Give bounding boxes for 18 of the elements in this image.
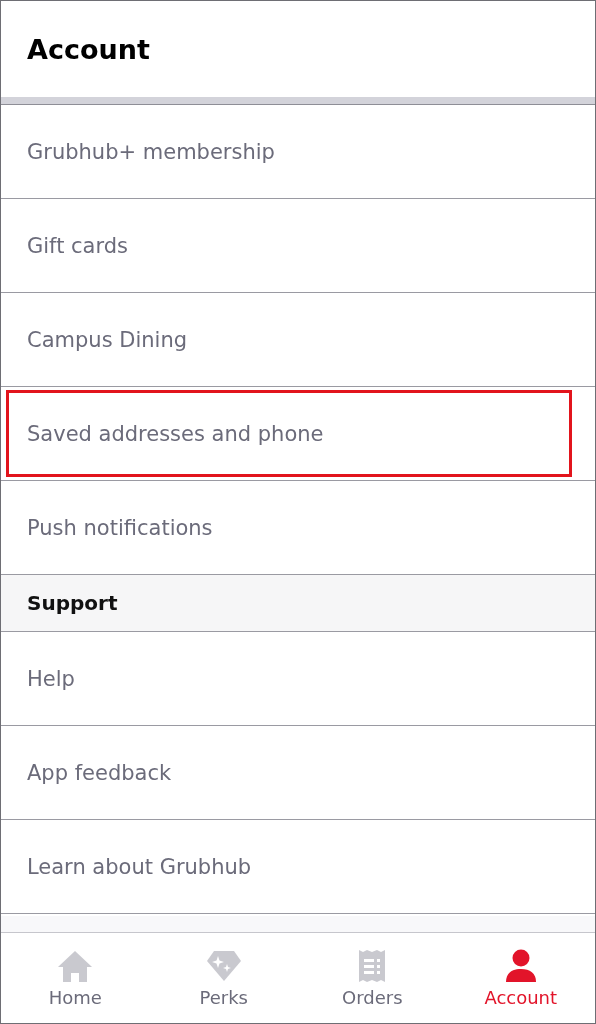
menu-item[interactable]: App feedback	[6, 726, 590, 819]
menu-item[interactable]: Push notifications	[6, 481, 590, 574]
section-heading: Support	[1, 575, 595, 632]
person-icon	[504, 948, 537, 983]
receipt-icon	[357, 948, 388, 983]
nav-tab[interactable]: Account	[446, 933, 595, 1023]
diamond-icon	[205, 948, 242, 983]
menu-item[interactable]: Learn about Grubhub	[6, 820, 590, 913]
menu-item[interactable]: Campus Dining	[6, 293, 590, 386]
home-icon	[57, 948, 94, 983]
nav-tab[interactable]: Orders	[298, 933, 447, 1023]
menu-item[interactable]: Gift cards	[6, 199, 590, 292]
nav-tab[interactable]: Perks	[149, 933, 298, 1023]
menu-item[interactable]: Saved addresses and phone	[6, 390, 572, 477]
menu-item[interactable]: Grubhub+ membership	[6, 105, 590, 198]
nav-tab[interactable]: Home	[1, 933, 150, 1023]
menu-item[interactable]: Help	[6, 632, 590, 725]
page-title: Account	[27, 33, 150, 65]
